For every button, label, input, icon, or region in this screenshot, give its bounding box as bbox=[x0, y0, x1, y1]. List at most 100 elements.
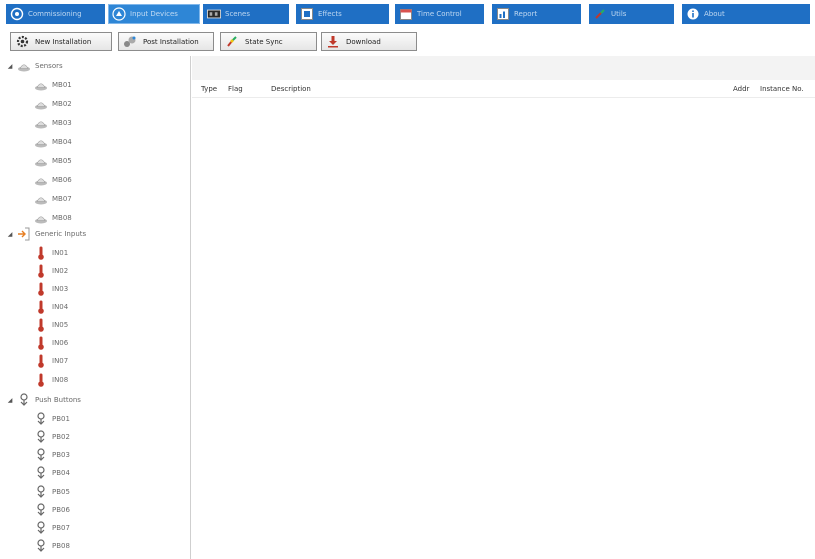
tab-scenes[interactable]: Scenes bbox=[203, 4, 289, 24]
push-button-icon bbox=[34, 430, 48, 444]
tab-label: Scenes bbox=[225, 10, 250, 18]
tree-item-input[interactable]: IN03 bbox=[34, 281, 68, 297]
state-sync-button[interactable]: State Sync bbox=[220, 32, 317, 51]
scenes-icon bbox=[207, 7, 221, 21]
thermometer-icon bbox=[34, 318, 48, 332]
tree-item-sensor[interactable]: MB06 bbox=[34, 172, 72, 188]
tab-label: About bbox=[704, 10, 725, 18]
table-header: Type Flag Description Addr Instance No. bbox=[192, 82, 815, 98]
tree-item-label: MB08 bbox=[52, 214, 72, 222]
tree-group-label: Sensors bbox=[35, 62, 63, 70]
column-header-flag[interactable]: Flag bbox=[228, 85, 243, 93]
sensor-icon bbox=[34, 211, 48, 225]
tree-item-input[interactable]: IN06 bbox=[34, 335, 68, 351]
tree-item-label: MB07 bbox=[52, 195, 72, 203]
state-sync-label: State Sync bbox=[245, 37, 283, 46]
tree-item-input[interactable]: IN01 bbox=[34, 245, 68, 261]
tree-item-push-button[interactable]: PB06 bbox=[34, 502, 70, 518]
thermometer-icon bbox=[34, 282, 48, 296]
collapse-arrow-icon[interactable]: ◢ bbox=[6, 397, 14, 404]
tree-group-label: Push Buttons bbox=[35, 396, 81, 404]
sensor-icon bbox=[17, 59, 31, 73]
info-icon bbox=[686, 7, 700, 21]
gear-icon bbox=[15, 35, 29, 49]
thermometer-icon bbox=[34, 354, 48, 368]
tree-item-input[interactable]: IN05 bbox=[34, 317, 68, 333]
sensor-icon bbox=[34, 192, 48, 206]
tab-label: Effects bbox=[318, 10, 342, 18]
tree-item-sensor[interactable]: MB08 bbox=[34, 210, 72, 226]
tab-report[interactable]: Report bbox=[492, 4, 581, 24]
tree-group-sensors[interactable]: ◢ Sensors bbox=[6, 58, 63, 74]
tree-item-label: MB06 bbox=[52, 176, 72, 184]
tree-item-label: MB03 bbox=[52, 119, 72, 127]
tree-item-push-button[interactable]: PB05 bbox=[34, 484, 70, 500]
tree-group-label: Generic Inputs bbox=[35, 230, 87, 238]
tree-group-push-buttons[interactable]: ◢ Push Buttons bbox=[6, 392, 81, 408]
tree-item-label: IN01 bbox=[52, 249, 69, 257]
tree-item-push-button[interactable]: PB02 bbox=[34, 429, 70, 445]
tree-item-label: IN04 bbox=[52, 303, 69, 311]
download-button[interactable]: Download bbox=[321, 32, 417, 51]
utils-icon bbox=[593, 7, 607, 21]
thermometer-icon bbox=[34, 373, 48, 387]
calendar-icon bbox=[399, 7, 413, 21]
tree-item-label: IN08 bbox=[52, 376, 69, 384]
tab-effects[interactable]: Effects bbox=[296, 4, 389, 24]
generic-input-icon bbox=[17, 227, 31, 241]
tab-commissioning[interactable]: Commissioning bbox=[6, 4, 105, 24]
report-icon bbox=[496, 7, 510, 21]
effects-icon bbox=[300, 7, 314, 21]
tree-item-push-button[interactable]: PB01 bbox=[34, 411, 70, 427]
tree-item-sensor[interactable]: MB07 bbox=[34, 191, 72, 207]
tree-item-label: MB05 bbox=[52, 157, 72, 165]
tree-item-label: PB02 bbox=[52, 433, 70, 441]
tree-item-input[interactable]: IN04 bbox=[34, 299, 68, 315]
new-installation-button[interactable]: New Installation bbox=[10, 32, 112, 51]
tree-item-input[interactable]: IN07 bbox=[34, 353, 68, 369]
sensor-icon bbox=[34, 154, 48, 168]
tree-item-push-button[interactable]: PB04 bbox=[34, 465, 70, 481]
toolbar: New Installation Post Installation State… bbox=[0, 28, 815, 54]
tree-item-label: IN03 bbox=[52, 285, 69, 293]
tree-item-input[interactable]: IN02 bbox=[34, 263, 68, 279]
tree-item-push-button[interactable]: PB03 bbox=[34, 447, 70, 463]
tab-input-devices[interactable]: Input Devices bbox=[108, 4, 200, 24]
tab-about[interactable]: About bbox=[682, 4, 810, 24]
tree-item-label: MB04 bbox=[52, 138, 72, 146]
main-tab-bar: Commissioning Input Devices Scenes Effec… bbox=[0, 0, 815, 26]
tree-item-push-button[interactable]: PB08 bbox=[34, 538, 70, 554]
tab-label: Input Devices bbox=[130, 10, 178, 18]
target-icon bbox=[10, 7, 24, 21]
collapse-arrow-icon[interactable]: ◢ bbox=[6, 231, 14, 238]
tab-time-control[interactable]: Time Control bbox=[395, 4, 484, 24]
thermometer-icon bbox=[34, 300, 48, 314]
column-header-description[interactable]: Description bbox=[271, 85, 311, 93]
sensor-icon bbox=[34, 116, 48, 130]
tab-label: Commissioning bbox=[28, 10, 82, 18]
tree-item-sensor[interactable]: MB01 bbox=[34, 77, 72, 93]
push-button-icon bbox=[34, 503, 48, 517]
tree-item-sensor[interactable]: MB03 bbox=[34, 115, 72, 131]
tree-item-label: PB07 bbox=[52, 524, 70, 532]
tree-item-push-button[interactable]: PB07 bbox=[34, 520, 70, 536]
download-label: Download bbox=[346, 37, 381, 46]
tab-utils[interactable]: Utils bbox=[589, 4, 674, 24]
column-header-type[interactable]: Type bbox=[201, 85, 217, 93]
column-header-instance-no[interactable]: Instance No. bbox=[760, 85, 804, 93]
tree-item-label: IN07 bbox=[52, 357, 69, 365]
tree-item-sensor[interactable]: MB02 bbox=[34, 96, 72, 112]
push-button-icon bbox=[34, 412, 48, 426]
sensor-icon bbox=[34, 97, 48, 111]
tree-item-label: PB03 bbox=[52, 451, 70, 459]
post-installation-label: Post Installation bbox=[143, 37, 199, 46]
tree-item-sensor[interactable]: MB04 bbox=[34, 134, 72, 150]
post-installation-button[interactable]: Post Installation bbox=[118, 32, 214, 51]
thermometer-icon bbox=[34, 336, 48, 350]
tree-group-generic-inputs[interactable]: ◢ Generic Inputs bbox=[6, 226, 86, 242]
push-button-icon bbox=[34, 485, 48, 499]
tree-item-sensor[interactable]: MB05 bbox=[34, 153, 72, 169]
tree-item-input[interactable]: IN08 bbox=[34, 372, 68, 388]
column-header-addr[interactable]: Addr bbox=[733, 85, 749, 93]
collapse-arrow-icon[interactable]: ◢ bbox=[6, 63, 14, 70]
